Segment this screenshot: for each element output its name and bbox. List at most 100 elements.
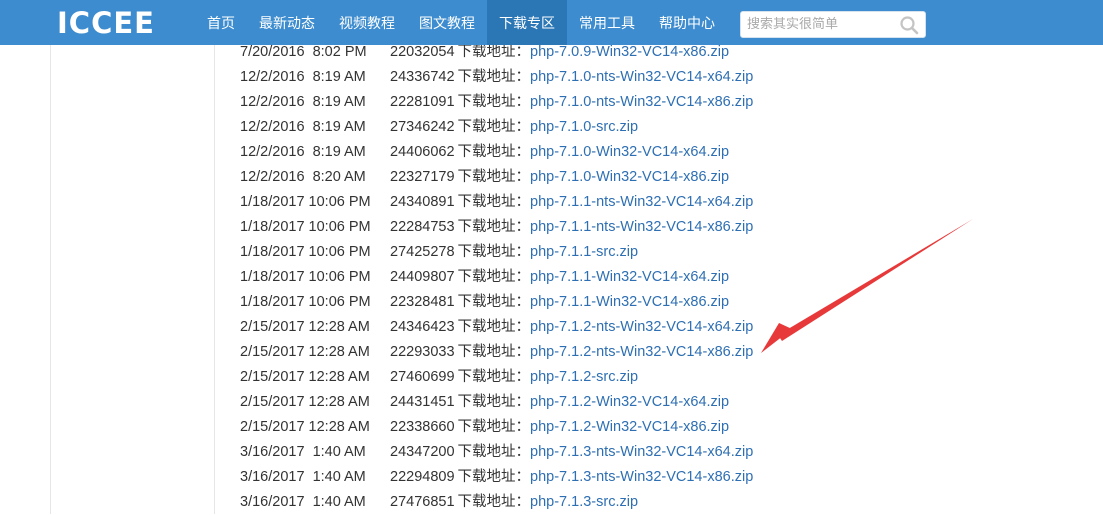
file-row: 1/18/2017 10:06 PM 27425278 下载地址： php-7.1.1… xyxy=(240,240,753,265)
left-column-divider xyxy=(50,45,51,514)
file-row: 2/15/2017 12:28 AM 24346423 下载地址： php-7.1.2… xyxy=(240,315,753,340)
file-size: 27476851 xyxy=(390,494,455,510)
file-date: 12/2/2016 8:19 AM xyxy=(240,119,366,135)
file-date: 3/16/2017 1:40 AM xyxy=(240,444,366,460)
file-date: 2/15/2017 12:28 AM xyxy=(240,369,370,385)
file-row: 1/18/2017 10:06 PM 24409807 下载地址： php-7.1.1… xyxy=(240,265,753,290)
file-size: 24406062 xyxy=(390,144,455,160)
file-size: 27425278 xyxy=(390,244,455,260)
file-date: 3/16/2017 1:40 AM xyxy=(240,494,366,510)
download-label: 下载地址： xyxy=(457,269,531,285)
nav-item[interactable]: 最新动态 xyxy=(247,0,327,45)
download-label: 下载地址： xyxy=(457,244,531,260)
file-size: 22328481 xyxy=(390,294,455,310)
download-label: 下载地址： xyxy=(457,144,531,160)
file-date: 2/15/2017 12:28 AM xyxy=(240,344,370,360)
download-link[interactable]: php-7.1.2-nts-Win32-VC14-x64.zip xyxy=(530,315,753,340)
download-label: 下载地址： xyxy=(457,294,531,310)
download-link[interactable]: php-7.1.3-src.zip xyxy=(530,490,638,515)
download-link[interactable]: php-7.1.2-Win32-VC14-x64.zip xyxy=(530,390,729,415)
nav-item[interactable]: 常用工具 xyxy=(567,0,647,45)
download-file-list: 7/20/2016 8:02 PM 22032054 下载地址： php-7.0.9-… xyxy=(240,40,753,515)
download-label: 下载地址： xyxy=(457,469,531,485)
file-date: 2/15/2017 12:28 AM xyxy=(240,419,370,435)
file-size: 24347200 xyxy=(390,444,455,460)
download-link[interactable]: php-7.1.1-src.zip xyxy=(530,240,638,265)
main-nav: 首页 最新动态 视频教程 图文教程 下载专区 常用工具 帮助中心 xyxy=(195,0,727,45)
file-row: 12/2/2016 8:19 AM 22281091 下载地址： php-7.1.0-… xyxy=(240,90,753,115)
download-link[interactable]: php-7.1.0-Win32-VC14-x86.zip xyxy=(530,165,729,190)
file-size: 27346242 xyxy=(390,119,455,135)
site-logo[interactable]: ICCEE xyxy=(57,9,154,38)
file-size: 22293033 xyxy=(390,344,455,360)
download-label: 下载地址： xyxy=(457,119,531,135)
download-link[interactable]: php-7.1.1-nts-Win32-VC14-x86.zip xyxy=(530,215,753,240)
file-row: 2/15/2017 12:28 AM 22293033 下载地址： php-7.1.2… xyxy=(240,340,753,365)
download-label: 下载地址： xyxy=(457,319,531,335)
download-label: 下载地址： xyxy=(457,94,531,110)
nav-item[interactable]: 图文教程 xyxy=(407,0,487,45)
file-row: 1/18/2017 10:06 PM 24340891 下载地址： php-7.1.1… xyxy=(240,190,753,215)
file-date: 2/15/2017 12:28 AM xyxy=(240,319,370,335)
file-row: 1/18/2017 10:06 PM 22284753 下载地址： php-7.1.1… xyxy=(240,215,753,240)
search-icon[interactable] xyxy=(899,15,919,35)
file-date: 2/15/2017 12:28 AM xyxy=(240,394,370,410)
download-link[interactable]: php-7.1.0-src.zip xyxy=(530,115,638,140)
file-size: 27460699 xyxy=(390,369,455,385)
download-link[interactable]: php-7.1.1-nts-Win32-VC14-x64.zip xyxy=(530,190,753,215)
file-row: 1/18/2017 10:06 PM 22328481 下载地址： php-7.1.1… xyxy=(240,290,753,315)
nav-item[interactable]: 下载专区 xyxy=(487,0,567,45)
file-date: 12/2/2016 8:19 AM xyxy=(240,69,366,85)
download-label: 下载地址： xyxy=(457,344,531,360)
file-row: 2/15/2017 12:28 AM 22338660 下载地址： php-7.1.2… xyxy=(240,415,753,440)
file-row: 3/16/2017 1:40 AM 24347200 下载地址： php-7.1.3-… xyxy=(240,440,753,465)
file-size: 22281091 xyxy=(390,94,455,110)
file-size: 24336742 xyxy=(390,69,455,85)
download-link[interactable]: php-7.1.0-nts-Win32-VC14-x86.zip xyxy=(530,90,753,115)
download-link[interactable]: php-7.1.0-nts-Win32-VC14-x64.zip xyxy=(530,65,753,90)
file-size: 24340891 xyxy=(390,194,455,210)
nav-item[interactable]: 视频教程 xyxy=(327,0,407,45)
download-label: 下载地址： xyxy=(457,169,531,185)
download-link[interactable]: php-7.1.2-src.zip xyxy=(530,365,638,390)
file-size: 22294809 xyxy=(390,469,455,485)
download-link[interactable]: php-7.1.2-Win32-VC14-x86.zip xyxy=(530,415,729,440)
download-label: 下载地址： xyxy=(457,444,531,460)
download-link[interactable]: php-7.1.1-Win32-VC14-x64.zip xyxy=(530,265,729,290)
file-date: 3/16/2017 1:40 AM xyxy=(240,469,366,485)
file-date: 1/18/2017 10:06 PM xyxy=(240,194,371,210)
download-label: 下载地址： xyxy=(457,394,531,410)
nav-item[interactable]: 帮助中心 xyxy=(647,0,727,45)
file-date: 12/2/2016 8:20 AM xyxy=(240,169,366,185)
file-date: 12/2/2016 8:19 AM xyxy=(240,144,366,160)
file-size: 22338660 xyxy=(390,419,455,435)
file-row: 12/2/2016 8:20 AM 22327179 下载地址： php-7.1.0-… xyxy=(240,165,753,190)
content-divider xyxy=(214,45,215,514)
download-label: 下载地址： xyxy=(457,494,531,510)
file-date: 1/18/2017 10:06 PM xyxy=(240,269,371,285)
download-label: 下载地址： xyxy=(457,219,531,235)
download-label: 下载地址： xyxy=(457,69,531,85)
file-row: 12/2/2016 8:19 AM 27346242 下载地址： php-7.1.0-… xyxy=(240,115,753,140)
file-date: 12/2/2016 8:19 AM xyxy=(240,94,366,110)
download-link[interactable]: php-7.1.1-Win32-VC14-x86.zip xyxy=(530,290,729,315)
file-size: 24346423 xyxy=(390,319,455,335)
file-size: 22284753 xyxy=(390,219,455,235)
file-row: 3/16/2017 1:40 AM 22294809 下载地址： php-7.1.3-… xyxy=(240,465,753,490)
file-row: 2/15/2017 12:28 AM 27460699 下载地址： php-7.1.2… xyxy=(240,365,753,390)
file-size: 24431451 xyxy=(390,394,455,410)
search-input[interactable] xyxy=(741,12,903,37)
file-size: 22327179 xyxy=(390,169,455,185)
download-label: 下载地址： xyxy=(457,419,531,435)
download-link[interactable]: php-7.1.0-Win32-VC14-x64.zip xyxy=(530,140,729,165)
download-label: 下载地址： xyxy=(457,369,531,385)
file-date: 1/18/2017 10:06 PM xyxy=(240,244,371,260)
download-link[interactable]: php-7.1.3-nts-Win32-VC14-x64.zip xyxy=(530,440,753,465)
download-link[interactable]: php-7.1.2-nts-Win32-VC14-x86.zip xyxy=(530,340,753,365)
red-annotation-arrow xyxy=(761,219,973,353)
file-date: 1/18/2017 10:06 PM xyxy=(240,294,371,310)
file-row: 12/2/2016 8:19 AM 24406062 下载地址： php-7.1.0-… xyxy=(240,140,753,165)
download-link[interactable]: php-7.1.3-nts-Win32-VC14-x86.zip xyxy=(530,465,753,490)
file-row: 2/15/2017 12:28 AM 24431451 下载地址： php-7.1.2… xyxy=(240,390,753,415)
nav-item[interactable]: 首页 xyxy=(195,0,247,45)
